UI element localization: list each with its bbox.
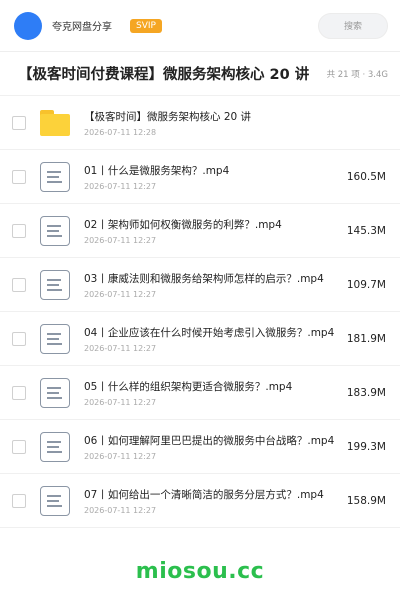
item-icon-box: [40, 431, 70, 462]
document-icon: [40, 431, 70, 462]
item-date: 2026-07-11 12:27: [84, 397, 157, 407]
file-row[interactable]: 06丨如何理解阿里巴巴提出的微服务中台战略？.mp4 2026-07-11 12:…: [0, 420, 400, 474]
top-bar: 夸克网盘分享 SVIP 搜索: [0, 0, 400, 52]
share-page: 夸克网盘分享 SVIP 搜索 【极客时间付费课程】微服务架构核心 20 讲 共 …: [0, 0, 400, 600]
item-icon-box: [40, 108, 70, 138]
item-name[interactable]: 03丨康威法则和微服务给架构师怎样的启示？.mp4: [84, 271, 339, 286]
file-row[interactable]: 01丨什么是微服务架构？.mp4 2026-07-11 12:27 160.5M: [0, 150, 400, 204]
item-date: 2026-07-11 12:27: [84, 451, 157, 461]
item-icon-box: [40, 377, 70, 408]
item-size: 183.9M: [346, 386, 386, 399]
share-meta: 共 21 项 · 3.4G: [326, 69, 388, 80]
item-size: 158.9M: [346, 494, 386, 507]
document-icon: [40, 269, 70, 300]
file-list: 【极客时间】微服务架构核心 20 讲 2026-07-11 12:28 01丨什么是…: [0, 96, 400, 528]
item-size: 199.3M: [346, 440, 386, 453]
folder-icon: [40, 109, 70, 136]
item-text: 07丨如何给出一个清晰简洁的服务分层方式？.mp4 2026-07-11 12:2…: [84, 487, 339, 515]
document-icon: [40, 323, 70, 354]
select-checkbox[interactable]: [12, 331, 26, 346]
avatar[interactable]: [14, 11, 42, 40]
item-icon-box: [40, 161, 70, 192]
item-icon-box: [40, 485, 70, 516]
search-button[interactable]: 搜索: [318, 12, 388, 39]
item-date: 2026-07-11 12:28: [84, 127, 157, 137]
item-icon-box: [40, 269, 70, 300]
item-size: 181.9M: [346, 332, 386, 345]
item-date: 2026-07-11 12:27: [84, 181, 157, 191]
item-date: 2026-07-11 12:27: [84, 235, 157, 245]
item-text: 05丨什么样的组织架构更适合微服务？.mp4 2026-07-11 12:27: [84, 379, 339, 407]
item-text: 06丨如何理解阿里巴巴提出的微服务中台战略？.mp4 2026-07-11 12:…: [84, 433, 339, 461]
item-text: 02丨架构师如何权衡微服务的利弊？.mp4 2026-07-11 12:27: [84, 217, 339, 245]
document-icon: [40, 161, 70, 192]
select-checkbox[interactable]: [12, 493, 26, 508]
share-title-bar: 【极客时间付费课程】微服务架构核心 20 讲 共 21 项 · 3.4G: [0, 52, 400, 96]
select-checkbox[interactable]: [12, 169, 26, 184]
item-size: 160.5M: [346, 170, 386, 183]
item-text: 01丨什么是微服务架构？.mp4 2026-07-11 12:27: [84, 163, 339, 191]
item-size: 145.3M: [346, 224, 386, 237]
file-row[interactable]: 04丨企业应该在什么时候开始考虑引入微服务？.mp4 2026-07-11 12:…: [0, 312, 400, 366]
item-size: 109.7M: [346, 278, 386, 291]
document-icon: [40, 215, 70, 246]
item-text: 04丨企业应该在什么时候开始考虑引入微服务？.mp4 2026-07-11 12:…: [84, 325, 339, 353]
share-title: 【极客时间付费课程】微服务架构核心 20 讲: [18, 67, 310, 83]
select-checkbox[interactable]: [12, 385, 26, 400]
item-name[interactable]: 06丨如何理解阿里巴巴提出的微服务中台战略？.mp4: [84, 433, 339, 448]
select-checkbox[interactable]: [12, 115, 26, 130]
watermark: miosou.cc: [135, 558, 265, 584]
brand-name: 夸克网盘分享: [52, 22, 112, 33]
item-icon-box: [40, 215, 70, 246]
svip-badge: SVIP: [130, 18, 162, 33]
folder-row[interactable]: 【极客时间】微服务架构核心 20 讲 2026-07-11 12:28: [0, 96, 400, 150]
item-name[interactable]: 04丨企业应该在什么时候开始考虑引入微服务？.mp4: [84, 325, 339, 340]
item-name[interactable]: 【极客时间】微服务架构核心 20 讲: [84, 109, 386, 124]
item-icon-box: [40, 323, 70, 354]
select-checkbox[interactable]: [12, 277, 26, 292]
item-text: 03丨康威法则和微服务给架构师怎样的启示？.mp4 2026-07-11 12:2…: [84, 271, 339, 299]
file-row[interactable]: 05丨什么样的组织架构更适合微服务？.mp4 2026-07-11 12:27 18…: [0, 366, 400, 420]
item-text: 【极客时间】微服务架构核心 20 讲 2026-07-11 12:28: [84, 109, 386, 137]
file-row[interactable]: 03丨康威法则和微服务给架构师怎样的启示？.mp4 2026-07-11 12:2…: [0, 258, 400, 312]
footer: miosou.cc: [0, 542, 400, 600]
select-checkbox[interactable]: [12, 439, 26, 454]
item-name[interactable]: 05丨什么样的组织架构更适合微服务？.mp4: [84, 379, 339, 394]
file-row[interactable]: 07丨如何给出一个清晰简洁的服务分层方式？.mp4 2026-07-11 12:2…: [0, 474, 400, 528]
item-name[interactable]: 07丨如何给出一个清晰简洁的服务分层方式？.mp4: [84, 487, 339, 502]
select-checkbox[interactable]: [12, 223, 26, 238]
document-icon: [40, 485, 70, 516]
item-name[interactable]: 01丨什么是微服务架构？.mp4: [84, 163, 339, 178]
item-name[interactable]: 02丨架构师如何权衡微服务的利弊？.mp4: [84, 217, 339, 232]
item-date: 2026-07-11 12:27: [84, 505, 157, 515]
item-date: 2026-07-11 12:27: [84, 343, 157, 353]
document-icon: [40, 377, 70, 408]
file-row[interactable]: 02丨架构师如何权衡微服务的利弊？.mp4 2026-07-11 12:27 145…: [0, 204, 400, 258]
item-date: 2026-07-11 12:27: [84, 289, 157, 299]
